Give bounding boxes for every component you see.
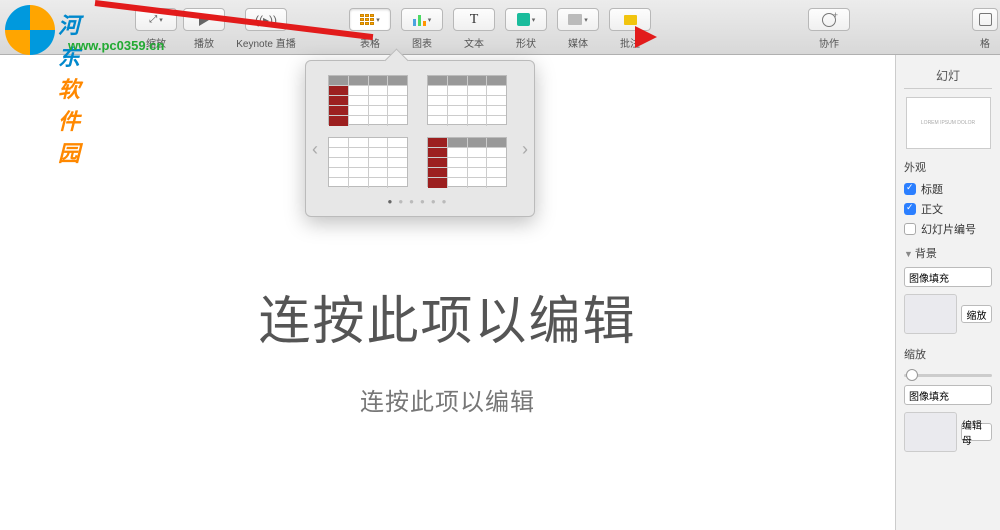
- slide-subtitle-placeholder[interactable]: 连按此项以编辑: [258, 382, 636, 417]
- body-checkbox-label: 正文: [921, 201, 943, 217]
- appearance-section-title: 外观: [904, 159, 992, 175]
- media-button[interactable]: ▾: [557, 8, 599, 31]
- watermark-name: 河东软件园: [58, 8, 80, 168]
- layout-thumbnail[interactable]: LOREM IPSUM DOLOR: [906, 97, 991, 149]
- shape-label: 形状: [516, 35, 536, 50]
- slide-number-checkbox-label: 幻灯片编号: [921, 221, 976, 237]
- keynote-live-label: Keynote 直播: [236, 35, 295, 50]
- format-label: 格: [980, 35, 990, 50]
- scale-button[interactable]: 缩放: [961, 305, 992, 323]
- background-image-well-2[interactable]: [904, 412, 957, 452]
- text-label: 文本: [464, 35, 484, 50]
- play-label: 播放: [194, 35, 214, 50]
- scale-slider[interactable]: [904, 368, 992, 382]
- chart-icon: [413, 14, 426, 26]
- fill-mode-select-2[interactable]: 图像填充: [904, 385, 992, 405]
- slide-number-checkbox[interactable]: [904, 223, 916, 235]
- text-button[interactable]: T: [453, 8, 495, 31]
- table-icon: [360, 14, 374, 25]
- title-checkbox[interactable]: [904, 183, 916, 195]
- popover-next-button[interactable]: ›: [522, 139, 528, 160]
- collaborate-label: 协作: [819, 35, 839, 50]
- slide-title-placeholder[interactable]: 连按此项以编辑: [258, 279, 636, 354]
- table-style-popover: ‹ › ●●●●●●: [305, 60, 535, 217]
- chart-label: 图表: [412, 35, 432, 50]
- fill-mode-select[interactable]: 图像填充: [904, 267, 992, 287]
- logo-icon: [5, 5, 55, 55]
- table-style-option[interactable]: [427, 137, 507, 187]
- text-icon: T: [470, 12, 479, 28]
- background-image-well[interactable]: [904, 294, 957, 334]
- chart-button[interactable]: ▾: [401, 8, 443, 31]
- watermark-url: www.pc0359.cn: [68, 38, 164, 53]
- table-style-option[interactable]: [328, 137, 408, 187]
- inspector-tab[interactable]: 幻灯: [904, 63, 992, 89]
- edit-master-button[interactable]: 编辑母: [961, 423, 992, 441]
- shape-icon: [517, 13, 530, 26]
- popover-prev-button[interactable]: ‹: [312, 139, 318, 160]
- media-label: 媒体: [568, 35, 588, 50]
- comment-icon: [624, 15, 637, 25]
- inspector-panel: 幻灯 LOREM IPSUM DOLOR 外观 标题 正文 幻灯片编号 ▼背景 …: [895, 55, 1000, 530]
- table-button[interactable]: ▾: [349, 8, 391, 31]
- format-button[interactable]: [972, 8, 998, 31]
- format-icon: [979, 13, 992, 26]
- popover-page-dots[interactable]: ●●●●●●: [328, 197, 512, 206]
- body-checkbox[interactable]: [904, 203, 916, 215]
- table-style-option[interactable]: [328, 75, 408, 125]
- table-style-option[interactable]: [427, 75, 507, 125]
- collaborate-button[interactable]: [808, 8, 850, 31]
- title-checkbox-label: 标题: [921, 181, 943, 197]
- background-section-title: ▼背景: [904, 245, 992, 261]
- media-icon: [568, 14, 582, 25]
- scale-section-title: 缩放: [904, 346, 992, 362]
- shape-button[interactable]: ▾: [505, 8, 547, 31]
- annotation-arrow: [95, 0, 375, 6]
- collaborate-icon: [822, 13, 836, 27]
